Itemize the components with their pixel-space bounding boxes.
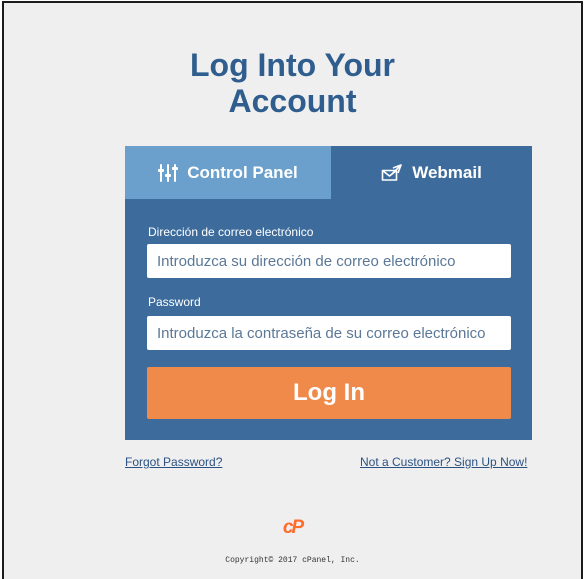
tab-control-panel[interactable]: Control Panel bbox=[125, 146, 331, 199]
tab-webmail-label: Webmail bbox=[412, 162, 482, 182]
page-title-line1: Log Into Your bbox=[190, 47, 395, 83]
login-panel: Control Panel Webmail Dirección de corre… bbox=[125, 146, 532, 440]
forgot-password-link[interactable]: Forgot Password? bbox=[125, 455, 222, 469]
page-title-line2: Account bbox=[228, 83, 357, 119]
tab-webmail[interactable]: Webmail bbox=[331, 146, 532, 199]
password-label: Password bbox=[148, 295, 201, 309]
sliders-icon bbox=[158, 163, 179, 182]
login-button[interactable]: Log In bbox=[147, 367, 511, 419]
password-field[interactable] bbox=[147, 316, 511, 350]
page-title: Log Into Your Account bbox=[4, 47, 581, 119]
email-field[interactable] bbox=[147, 244, 511, 278]
signup-link[interactable]: Not a Customer? Sign Up Now! bbox=[360, 455, 527, 469]
page-frame: Log Into Your Account Control Panel Webm… bbox=[2, 1, 583, 579]
tab-control-panel-label: Control Panel bbox=[187, 162, 298, 182]
copyright-text: Copyright© 2017 cPanel, Inc. bbox=[225, 556, 360, 565]
login-tabs: Control Panel Webmail bbox=[125, 146, 532, 199]
envelope-send-icon bbox=[381, 163, 403, 182]
cpanel-logo: cP bbox=[282, 517, 304, 538]
email-label: Dirección de correo electrónico bbox=[148, 225, 314, 239]
